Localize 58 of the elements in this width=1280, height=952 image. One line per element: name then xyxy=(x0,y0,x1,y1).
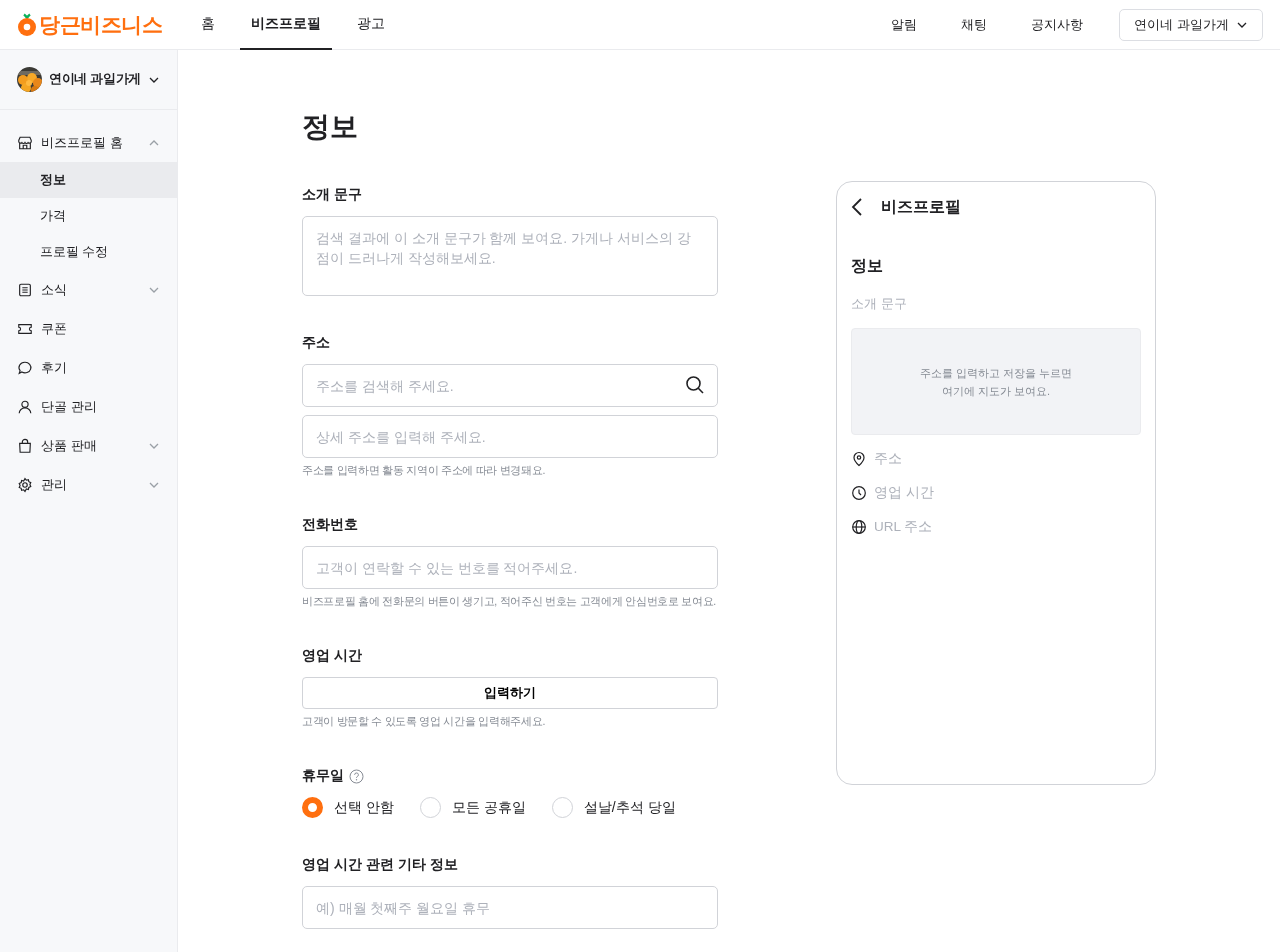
header-link[interactable]: 공지사항 xyxy=(1031,15,1083,34)
nav-tab[interactable]: 홈 xyxy=(190,0,226,50)
sidebar-item[interactable]: 비즈프로필 홈 xyxy=(0,123,177,162)
store-icon xyxy=(17,134,33,151)
intro-text-field[interactable]: 검색 결과에 이 소개 문구가 함께 보여요. 가게나 서비스의 강점이 드러나게 작성해보세요. xyxy=(302,216,718,296)
sidebar-item[interactable]: 쿠폰 xyxy=(0,309,177,348)
radio-button[interactable] xyxy=(302,797,323,818)
preview-title: 비즈프로필 xyxy=(881,196,961,217)
help-text: 주소를 입력하면 활동 지역이 주소에 따라 변경돼요. xyxy=(302,464,547,478)
search-icon[interactable] xyxy=(685,375,705,395)
clock-icon xyxy=(851,485,867,501)
sidebar-subitem[interactable]: 가격 xyxy=(0,198,177,234)
detail-address-field[interactable]: 상세 주소를 입력해 주세요. xyxy=(302,415,718,458)
store-dropdown[interactable]: 연이네 과일가게 xyxy=(1119,8,1263,41)
section-label: 전화번호 xyxy=(302,516,358,534)
section-label: 영업 시간 xyxy=(302,647,362,665)
nav-tab[interactable]: 비즈프로필 xyxy=(240,0,332,50)
globe-icon xyxy=(851,519,867,535)
section-label: 소개 문구 xyxy=(302,186,362,204)
person-icon xyxy=(17,398,33,415)
location-pin-icon xyxy=(851,451,867,467)
section-label: 휴무일 xyxy=(302,767,344,785)
header-link[interactable]: 채팅 xyxy=(961,15,987,34)
sidebar-item[interactable]: 관리 xyxy=(0,465,177,504)
nav-tab[interactable]: 광고 xyxy=(346,0,396,50)
header-link[interactable]: 알림 xyxy=(891,15,917,34)
radio-option[interactable]: 선택 안함 xyxy=(302,797,394,818)
help-text: 비즈프로필 홈에 전화문의 버튼이 생기고, 적어주신 번호는 고객에게 안심번호로 보여요. xyxy=(302,595,717,609)
radio-option[interactable]: 모든 공휴일 xyxy=(419,797,526,818)
sidebar-item[interactable]: 후기 xyxy=(0,348,177,387)
map-hint-text: 주소를 입력하고 저장을 누르면 여기에 지도가 보여요. xyxy=(919,365,1073,399)
preview-info-label: URL 주소 xyxy=(874,518,933,536)
sidebar-item[interactable]: 소식 xyxy=(0,270,177,309)
back-icon[interactable] xyxy=(851,198,863,216)
preview-heading: 정보 xyxy=(851,256,884,276)
shopping-bag-icon xyxy=(17,437,33,454)
sidebar-subitem[interactable]: 프로필 수정 xyxy=(0,234,177,270)
section-label: 영업 시간 관련 기타 정보 xyxy=(302,856,458,874)
address-search-field[interactable]: 주소를 검색해 주세요. xyxy=(302,364,718,407)
document-icon xyxy=(17,281,33,298)
section-label: 주소 xyxy=(302,334,330,352)
text-field[interactable]: 예) 매월 첫째주 월요일 휴무 xyxy=(302,886,718,929)
carrot-icon xyxy=(17,12,37,37)
page-title: 정보 xyxy=(302,110,359,144)
radio-option[interactable]: 설날/추석 당일 xyxy=(551,797,676,818)
settings-icon xyxy=(17,476,33,493)
store-name[interactable]: 연이네 과일가게 xyxy=(48,71,142,88)
help-icon[interactable] xyxy=(349,768,364,784)
preview-intro-label: 소개 문구 xyxy=(851,295,908,313)
sidebar-item[interactable]: 상품 판매 xyxy=(0,426,177,465)
enter-button[interactable]: 입력하기 xyxy=(302,677,718,709)
preview-info-label: 주소 xyxy=(874,450,902,468)
help-text: 고객이 방문할 수 있도록 영업 시간을 입력해주세요. xyxy=(302,715,547,729)
preview-info-label: 영업 시간 xyxy=(874,484,934,502)
text-field[interactable]: 고객이 연락할 수 있는 번호를 적어주세요. xyxy=(302,546,718,589)
speech-bubble-icon xyxy=(17,359,33,376)
sidebar-subitem[interactable]: 정보 xyxy=(0,162,177,198)
sidebar-item[interactable]: 단골 관리 xyxy=(0,387,177,426)
